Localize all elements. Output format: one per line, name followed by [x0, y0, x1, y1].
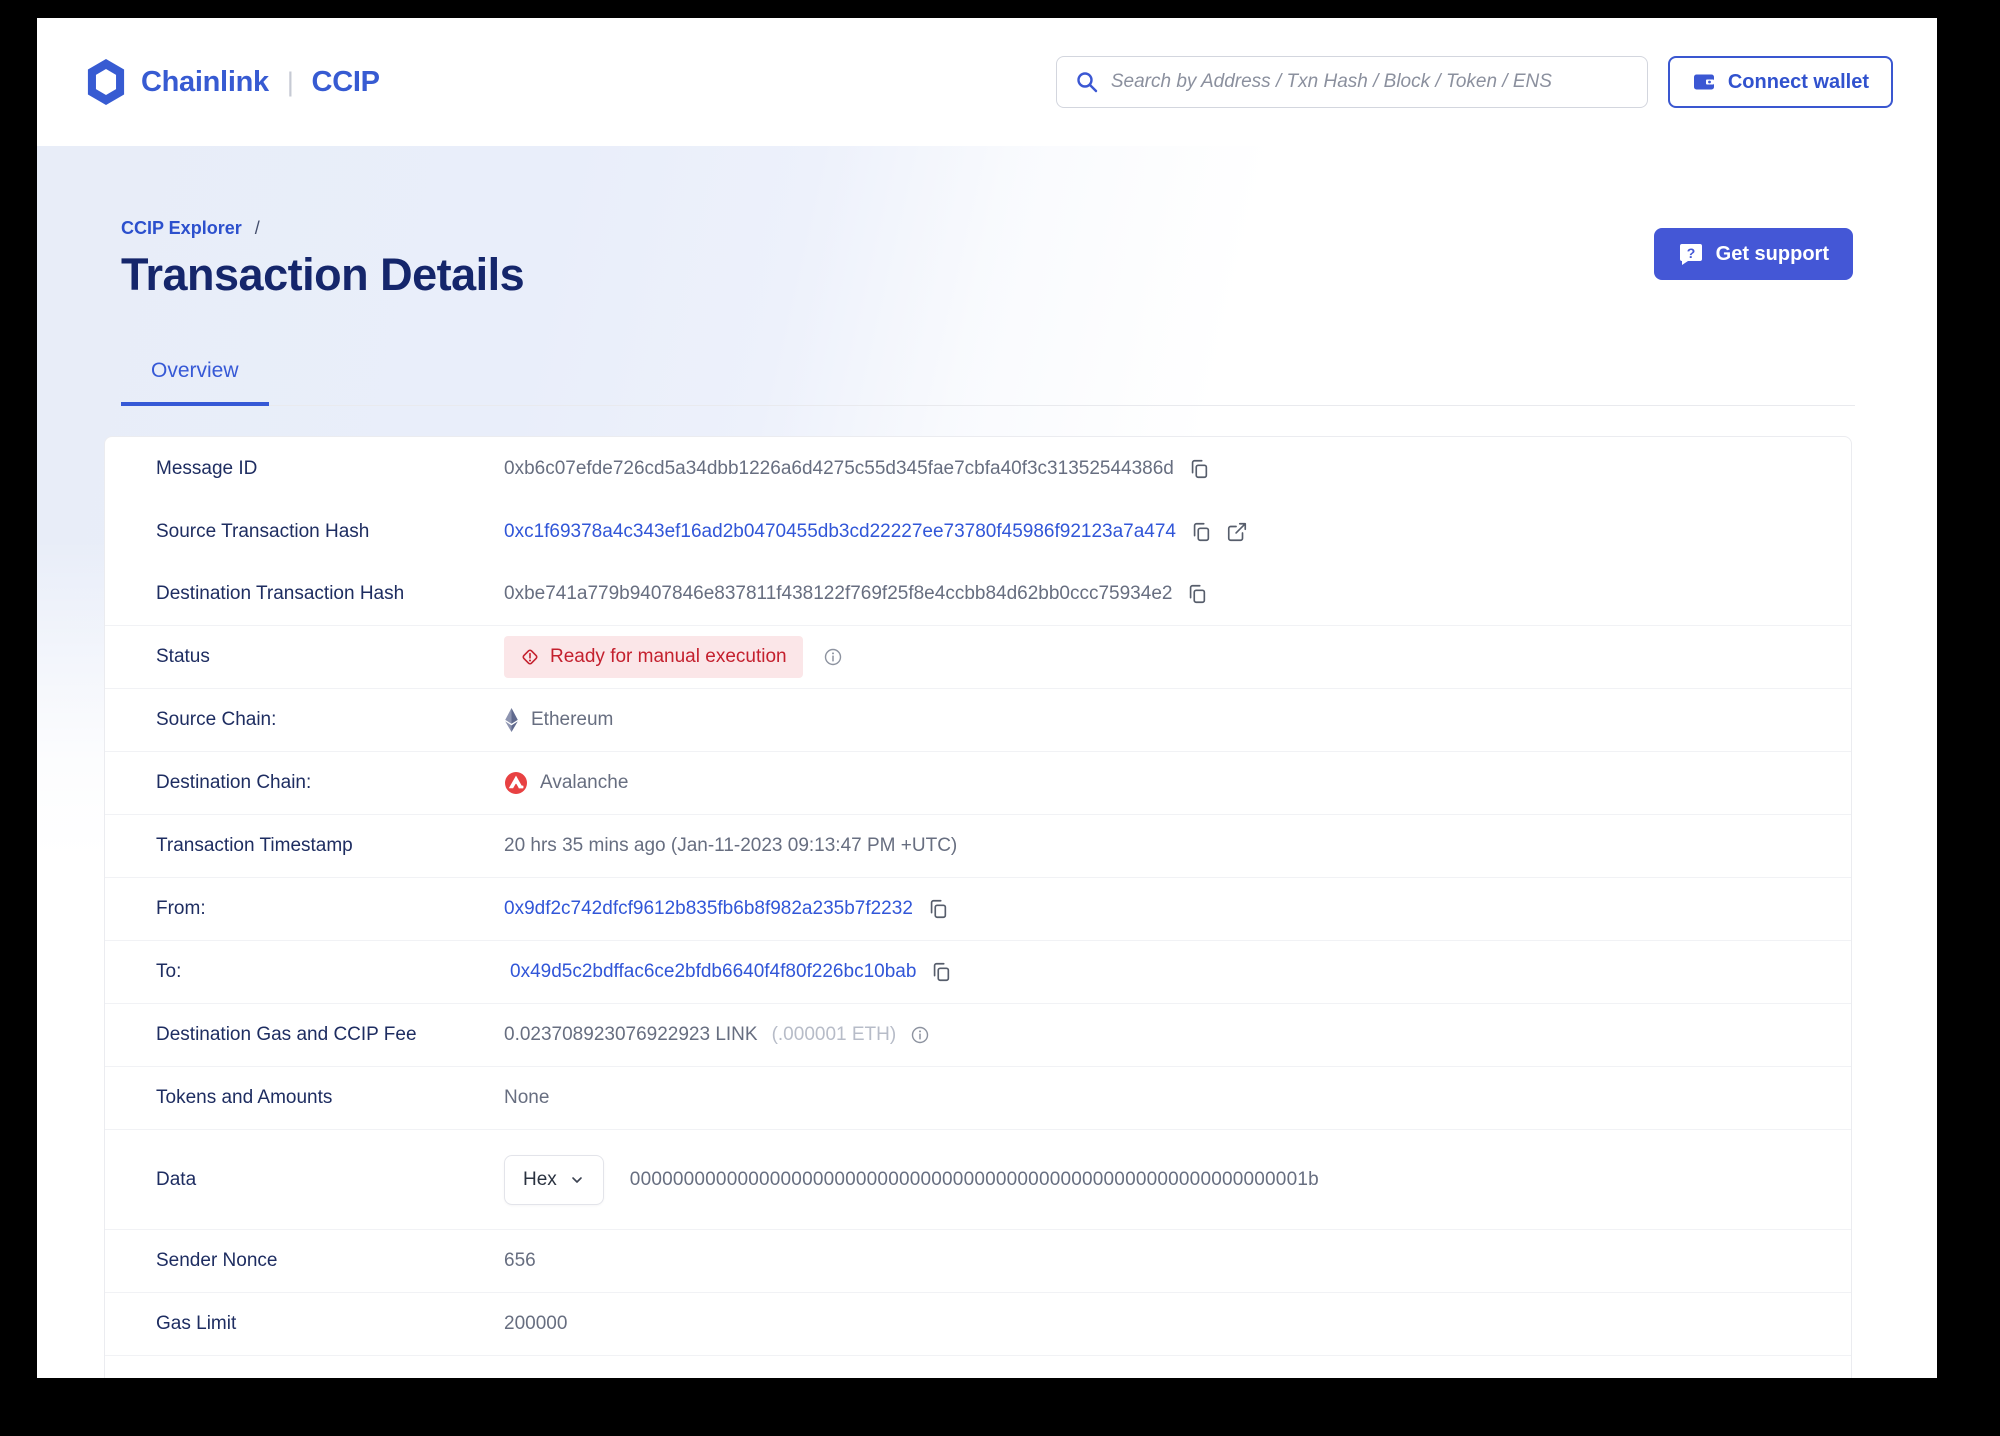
- status-info-button[interactable]: [823, 647, 843, 667]
- row-to: To: 0x49d5c2bdffac6ce2bfdb6640f4f80f226b…: [105, 941, 1851, 1004]
- to-address-link[interactable]: 0x49d5c2bdffac6ce2bfdb6640f4f80f226bc10b…: [510, 961, 916, 983]
- row-label: Source Transaction Hash: [156, 520, 370, 542]
- copy-source-tx-button[interactable]: [1190, 521, 1212, 543]
- breadcrumb-ccip-explorer-link[interactable]: CCIP Explorer: [121, 218, 242, 238]
- copy-dest-tx-button[interactable]: [1186, 583, 1208, 605]
- row-source-chain: Source Chain: Ethereum: [105, 689, 1851, 752]
- row-label: Source Chain:: [156, 709, 277, 730]
- row-label: Message ID: [156, 457, 258, 479]
- data-format-selected: Hex: [523, 1168, 557, 1190]
- get-support-button[interactable]: ? Get support: [1653, 228, 1853, 280]
- sender-nonce-value: 656: [504, 1250, 536, 1271]
- connect-wallet-button[interactable]: Connect wallet: [1667, 56, 1893, 108]
- breadcrumb-separator: /: [254, 218, 260, 238]
- fee-secondary-value: (.000001 ETH): [771, 1024, 897, 1045]
- main-area: CCIP Explorer / Transaction Details ? Ge…: [37, 146, 1937, 1378]
- ccip-explorer-page: Chainlink | CCIP Connect wallet: [37, 18, 1937, 1378]
- support-chat-icon: ?: [1679, 244, 1702, 265]
- row-label: Destination Gas and CCIP Fee: [156, 1024, 417, 1045]
- row-fee: Destination Gas and CCIP Fee 0.023708923…: [105, 1004, 1851, 1067]
- brand-wordmark: Chainlink: [141, 65, 269, 98]
- row-label: Status: [156, 646, 210, 667]
- get-support-label: Get support: [1715, 242, 1829, 265]
- copy-icon: [1193, 522, 1210, 541]
- gas-limit-value: 200000: [504, 1313, 568, 1334]
- copy-from-address-button[interactable]: [927, 898, 949, 920]
- search-input[interactable]: [1110, 71, 1629, 93]
- chainlink-ccip-logo[interactable]: Chainlink | CCIP: [85, 59, 380, 105]
- top-navbar: Chainlink | CCIP Connect wallet: [37, 18, 1937, 146]
- row-label: Data: [156, 1168, 197, 1190]
- row-gas-limit: Gas Limit 200000: [105, 1293, 1851, 1356]
- row-label: Sender Nonce: [156, 1250, 278, 1271]
- row-label: From:: [156, 898, 206, 919]
- row-label: To:: [156, 961, 182, 982]
- svg-text:?: ?: [1686, 245, 1695, 261]
- connect-wallet-label: Connect wallet: [1727, 70, 1869, 93]
- wallet-icon: [1693, 74, 1714, 90]
- open-source-tx-external-button[interactable]: [1226, 521, 1248, 543]
- breadcrumb: CCIP Explorer /: [37, 146, 1937, 239]
- transaction-details-card: Message ID 0xb6c07efde726cd5a34dbb1226a6…: [104, 436, 1852, 1378]
- row-label: Destination Transaction Hash: [156, 583, 405, 604]
- row-label: Destination Chain:: [156, 772, 312, 793]
- info-icon: [911, 1026, 929, 1044]
- tab-bar: Overview: [121, 359, 1855, 406]
- source-tx-hash-link[interactable]: 0xc1f69378a4c343ef16ad2b0470455db3cd2222…: [504, 521, 1176, 543]
- search-bar[interactable]: [1055, 56, 1648, 108]
- alert-diamond-icon: [522, 649, 538, 665]
- copy-icon: [1190, 584, 1206, 604]
- source-chain-name: Ethereum: [531, 709, 614, 730]
- fee-info-button[interactable]: [910, 1025, 930, 1045]
- product-wordmark: CCIP: [311, 65, 380, 98]
- copy-to-address-button[interactable]: [930, 961, 952, 983]
- external-link-icon: [1227, 522, 1247, 541]
- copy-icon: [1191, 459, 1208, 478]
- dest-tx-hash-value: 0xbe741a779b9407846e837811f438122f769f25…: [504, 583, 1173, 604]
- chevron-down-icon: [571, 1176, 582, 1183]
- row-message-id: Message ID 0xb6c07efde726cd5a34dbb1226a6…: [105, 437, 1851, 500]
- tokens-value: None: [504, 1087, 550, 1108]
- copy-icon: [930, 899, 947, 919]
- row-timestamp: Transaction Timestamp 20 hrs 35 mins ago…: [105, 815, 1851, 878]
- status-text: Ready for manual execution: [550, 646, 787, 667]
- status-badge: Ready for manual execution: [504, 636, 803, 678]
- ethereum-icon: [505, 708, 518, 732]
- row-sender-nonce: Sender Nonce 656: [105, 1230, 1851, 1293]
- message-id-value: 0xb6c07efde726cd5a34dbb1226a6d4275c55d34…: [504, 457, 1174, 479]
- data-format-dropdown[interactable]: Hex: [504, 1154, 604, 1205]
- chainlink-hexagon-icon: [87, 59, 125, 105]
- avalanche-icon: [505, 772, 527, 794]
- brand-divider: |: [286, 66, 294, 97]
- row-dest-chain: Destination Chain: Avalanche: [105, 752, 1851, 815]
- info-icon: [824, 648, 841, 666]
- dest-chain-name: Avalanche: [540, 772, 629, 793]
- row-dest-tx-hash: Destination Transaction Hash 0xbe741a779…: [105, 563, 1851, 626]
- timestamp-value: 20 hrs 35 mins ago (Jan-11-2023 09:13:47…: [504, 835, 958, 856]
- header-actions: Connect wallet: [1055, 56, 1893, 108]
- search-icon: [1077, 72, 1098, 93]
- tab-overview[interactable]: Overview: [121, 359, 269, 406]
- row-status: Status Ready for manual execution: [105, 626, 1851, 689]
- fee-value: 0.023708923076922923 LINK: [504, 1024, 758, 1045]
- row-source-tx-hash: Source Transaction Hash 0xc1f69378a4c343…: [105, 500, 1851, 563]
- row-data: Data Hex 0000000000000000000000000000000…: [105, 1130, 1851, 1230]
- row-label: Transaction Timestamp: [156, 835, 353, 856]
- row-tokens: Tokens and Amounts None: [105, 1067, 1851, 1130]
- row-label: Tokens and Amounts: [156, 1087, 333, 1108]
- data-hex-value: 0000000000000000000000000000000000000000…: [629, 1168, 1319, 1190]
- row-from: From: 0x9df2c742dfcf9612b835fb6b8f982a23…: [105, 878, 1851, 941]
- from-address-link[interactable]: 0x9df2c742dfcf9612b835fb6b8f982a235b7f22…: [504, 898, 913, 920]
- copy-icon: [934, 962, 950, 982]
- copy-message-id-button[interactable]: [1188, 458, 1210, 480]
- row-label: Gas Limit: [156, 1313, 237, 1334]
